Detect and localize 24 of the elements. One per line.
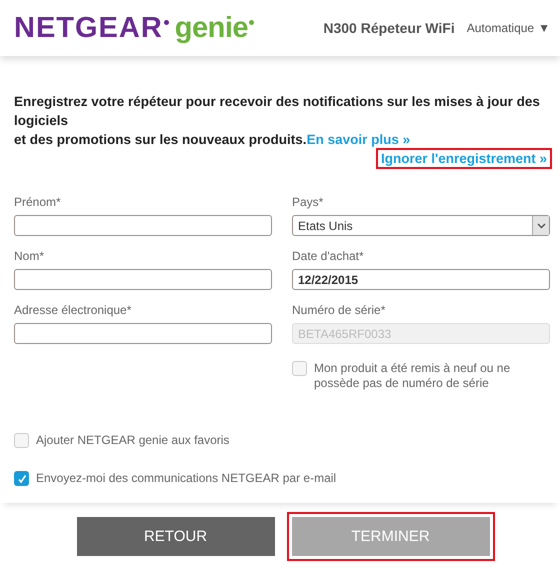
checkbox-label: Mon produit a été remis à neuf ou ne possède pas de numéro de série: [314, 361, 512, 391]
device-name: N300 Répeteur WiFi: [323, 20, 455, 36]
checkbox[interactable]: [14, 471, 29, 486]
checkbox[interactable]: [292, 361, 307, 376]
input-field[interactable]: 12/22/2015: [292, 269, 550, 290]
checkbox[interactable]: [14, 433, 29, 448]
field-label: Pays*: [292, 195, 324, 209]
language-dropdown[interactable]: Automatique ▼: [466, 21, 550, 35]
field-label: Prénom*: [14, 195, 62, 209]
checkmark-icon: [16, 474, 26, 484]
field-label: Date d'achat*: [292, 249, 365, 263]
field-label: Numéro de série*: [292, 303, 386, 317]
chevron-down-icon: [536, 222, 546, 228]
back-button[interactable]: RETOUR: [76, 516, 274, 556]
field-label: Nom*: [14, 249, 46, 263]
input-field[interactable]: [14, 269, 272, 290]
input-field[interactable]: [14, 323, 272, 344]
netgear-genie-logo: NETGEAR genie: [14, 12, 324, 44]
intro-text: Enregistrez votre répéteur pour recevoir des notifications sur les mises à jour des logiciels et des promotions sur les nouveaux produits.En savoir plus »: [14, 93, 541, 149]
country-select[interactable]: Etats Unis: [292, 215, 550, 236]
field-label: Adresse électronique*: [14, 303, 132, 317]
checkbox-label: Envoyez-moi des communications NETGEAR par e-mail: [36, 471, 336, 486]
checkbox-label: Ajouter NETGEAR genie aux favoris: [36, 433, 230, 448]
input-field[interactable]: [14, 215, 272, 236]
